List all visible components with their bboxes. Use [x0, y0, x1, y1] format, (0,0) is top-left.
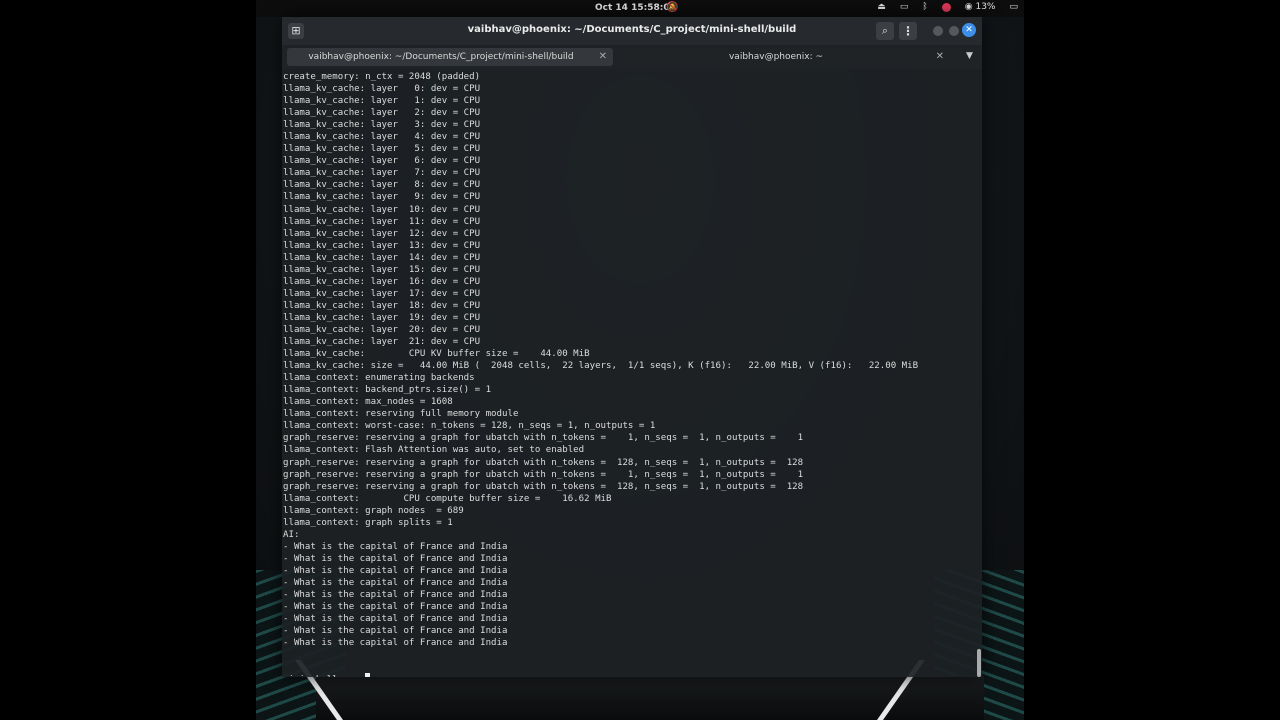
terminal-line: AI:: [283, 529, 300, 540]
terminal-line: graph_reserve: reserving a graph for uba…: [283, 481, 804, 492]
terminal-line: llama_kv_cache: layer 3: dev = CPU: [283, 120, 481, 131]
tab-label: vaibhav@phoenix: ~/Documents/C_project/m…: [308, 52, 574, 62]
search-icon: ⌕: [881, 24, 889, 37]
clock[interactable]: Oct 14 15:58:09: [595, 3, 676, 13]
terminal-line: llama_context: backend_ptrs.size() = 1: [283, 385, 492, 396]
system-tray[interactable]: ⏏ ▭ ᛒ ◉ 13% ▭: [877, 2, 1018, 12]
terminal-text: create_memory: n_ctx = 2048 (padded) lla…: [283, 71, 918, 677]
tab-label: vaibhav@phoenix: ~: [728, 52, 824, 62]
tab-home[interactable]: vaibhav@phoenix: ~ ✕: [620, 48, 950, 66]
terminal-line: llama_kv_cache: layer 21: dev = CPU: [283, 337, 481, 348]
battery-percent: 13%: [975, 2, 996, 12]
terminal-line: - What is the capital of France and Indi…: [283, 590, 508, 601]
power-icon: ◉: [964, 2, 973, 12]
terminal-line: - What is the capital of France and Indi…: [283, 602, 508, 613]
terminal-line: - What is the capital of France and Indi…: [283, 626, 508, 637]
tab-list-chevron-down-icon[interactable]: ▼: [966, 51, 973, 61]
terminal-line: graph_reserve: reserving a graph for uba…: [283, 433, 804, 444]
terminal-line: llama_context: enumerating backends: [283, 373, 475, 384]
terminal-line: llama_context: worst-case: n_tokens = 12…: [283, 421, 656, 432]
close-icon: ✕: [965, 25, 973, 35]
terminal-line: llama_kv_cache: layer 7: dev = CPU: [283, 168, 481, 179]
terminal-line: graph_reserve: reserving a graph for uba…: [283, 469, 804, 480]
eject-icon[interactable]: ⏏: [877, 2, 886, 12]
window-titlebar[interactable]: ⊞ vaibhav@phoenix: ~/Documents/C_project…: [282, 17, 982, 45]
terminal-line: graph_reserve: reserving a graph for uba…: [283, 457, 804, 468]
maximize-button[interactable]: [949, 26, 959, 36]
terminal-line: llama_kv_cache: layer 11: dev = CPU: [283, 216, 481, 227]
terminal-line: llama_kv_cache: layer 6: dev = CPU: [283, 156, 481, 167]
terminal-line: llama_kv_cache: layer 15: dev = CPU: [283, 264, 481, 275]
terminal-line: llama_context: max_nodes = 1608: [283, 397, 453, 408]
terminal-line: llama_kv_cache: layer 14: dev = CPU: [283, 252, 481, 263]
terminal-line: - What is the capital of France and Indi…: [283, 565, 508, 576]
kebab-menu-icon: ⋮: [902, 24, 914, 38]
terminal-line: - What is the capital of France and Indi…: [283, 577, 508, 588]
tab-close-icon[interactable]: ✕: [599, 51, 607, 62]
command-input[interactable]: ass: [349, 675, 365, 677]
terminal-line: create_memory: n_ctx = 2048 (padded): [283, 72, 481, 82]
battery-icon[interactable]: ▭: [1009, 2, 1018, 12]
battery-indicator[interactable]: ◉ 13%: [965, 2, 996, 12]
menu-button[interactable]: ⋮: [899, 22, 917, 40]
search-button[interactable]: ⌕: [876, 22, 894, 40]
shell-prompt: mini-shell>: [283, 675, 349, 677]
terminal-line: llama_context: Flash Attention was auto,…: [283, 445, 585, 456]
terminal-line: llama_kv_cache: layer 5: dev = CPU: [283, 144, 481, 155]
terminal-output[interactable]: create_memory: n_ctx = 2048 (padded) lla…: [282, 69, 982, 677]
terminal-line: llama_kv_cache: layer 9: dev = CPU: [283, 192, 481, 203]
terminal-line: - What is the capital of France and Indi…: [283, 553, 508, 564]
terminal-line: llama_kv_cache: layer 13: dev = CPU: [283, 240, 481, 251]
system-top-bar: Oct 14 15:58:09 🔕 ⏏ ▭ ᛒ ◉ 13% ▭: [256, 0, 1024, 17]
close-button[interactable]: ✕: [962, 23, 976, 37]
terminal-line: llama_kv_cache: layer 1: dev = CPU: [283, 96, 481, 107]
terminal-line: llama_kv_cache: layer 10: dev = CPU: [283, 204, 481, 215]
terminal-line: llama_context: graph splits = 1: [283, 517, 453, 528]
text-cursor: [365, 673, 371, 677]
terminal-line: llama_kv_cache: layer 20: dev = CPU: [283, 324, 481, 335]
desktop-screen: Oct 14 15:58:09 🔕 ⏏ ▭ ᛒ ◉ 13% ▭ ⊞ vaibha…: [256, 0, 1024, 720]
terminal-line: llama_kv_cache: layer 12: dev = CPU: [283, 228, 481, 239]
terminal-line: llama_kv_cache: layer 18: dev = CPU: [283, 300, 481, 311]
terminal-line: llama_kv_cache: CPU KV buffer size = 44.…: [283, 349, 590, 360]
terminal-line: - What is the capital of France and Indi…: [283, 638, 508, 649]
terminal-line: llama_kv_cache: layer 4: dev = CPU: [283, 132, 481, 143]
terminal-line: llama_context: graph nodes = 689: [283, 505, 464, 516]
terminal-line: llama_context: reserving full memory mod…: [283, 409, 519, 420]
minimize-button[interactable]: [933, 26, 943, 36]
tab-bar: vaibhav@phoenix: ~/Documents/C_project/m…: [282, 45, 982, 69]
terminal-line: - What is the capital of France and Indi…: [283, 541, 508, 552]
notification-bell-icon[interactable]: 🔕: [666, 2, 678, 13]
terminal-line: - What is the capital of France and Indi…: [283, 614, 508, 625]
terminal-line: llama_kv_cache: layer 16: dev = CPU: [283, 276, 481, 287]
app-indicator-icon[interactable]: [941, 2, 951, 12]
camera-icon[interactable]: ▭: [900, 2, 909, 12]
terminal-line: llama_kv_cache: size = 44.00 MiB ( 2048 …: [283, 361, 919, 372]
terminal-line: llama_kv_cache: layer 19: dev = CPU: [283, 312, 481, 323]
scrollbar[interactable]: [977, 649, 981, 677]
terminal-line: llama_kv_cache: layer 17: dev = CPU: [283, 288, 481, 299]
terminal-line: llama_context: CPU compute buffer size =…: [283, 493, 612, 504]
terminal-line: llama_kv_cache: layer 8: dev = CPU: [283, 180, 481, 191]
terminal-line: llama_kv_cache: layer 0: dev = CPU: [283, 84, 481, 95]
tab-mini-shell-build[interactable]: vaibhav@phoenix: ~/Documents/C_project/m…: [287, 48, 613, 66]
terminal-window: ⊞ vaibhav@phoenix: ~/Documents/C_project…: [282, 17, 982, 677]
bluetooth-icon[interactable]: ᛒ: [922, 2, 927, 12]
terminal-line: llama_kv_cache: layer 2: dev = CPU: [283, 108, 481, 119]
tab-close-icon[interactable]: ✕: [936, 51, 944, 62]
